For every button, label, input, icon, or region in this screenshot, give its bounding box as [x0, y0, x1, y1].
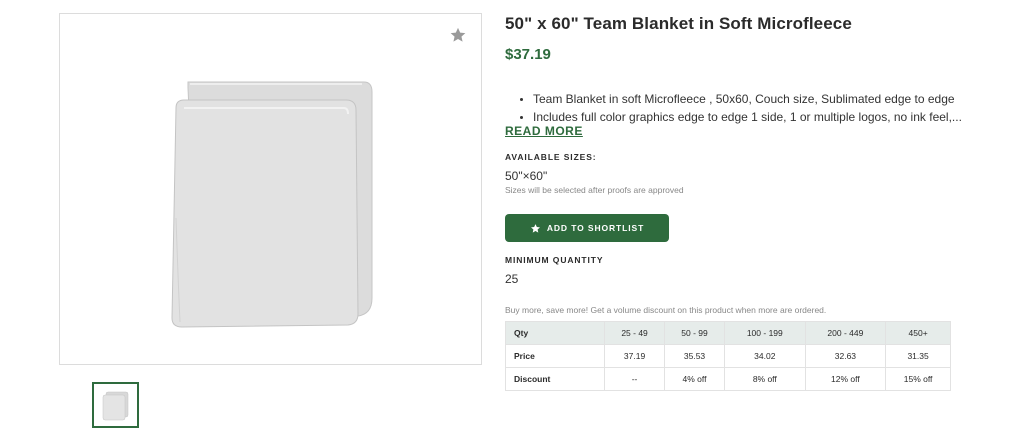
available-size-value: 50"×60" — [505, 169, 548, 183]
table-cell: -- — [604, 367, 666, 391]
table-cell: Price — [504, 344, 606, 368]
column-header: 25 - 49 — [604, 321, 666, 345]
thumbnail-image[interactable] — [92, 382, 139, 428]
star-icon — [530, 223, 540, 233]
blanket-product-image — [171, 81, 373, 328]
table-row: Price 37.19 35.53 34.02 32.63 31.35 — [504, 344, 951, 368]
column-header: 50 - 99 — [664, 321, 725, 345]
sizes-note: Sizes will be selected after proofs are … — [505, 185, 684, 195]
table-cell: 37.19 — [604, 344, 666, 368]
table-header-row: Qty 25 - 49 50 - 99 100 - 199 200 - 449 … — [504, 321, 951, 345]
product-title: 50" x 60" Team Blanket in Soft Microflee… — [505, 14, 852, 33]
available-sizes-label: AVAILABLE SIZES: — [505, 152, 597, 162]
add-to-shortlist-label: ADD TO SHORTLIST — [546, 223, 645, 233]
read-more-link[interactable]: READ MORE — [505, 124, 583, 138]
table-cell: 8% off — [724, 367, 806, 391]
table-cell: 34.02 — [724, 344, 806, 368]
table-cell: 32.63 — [804, 344, 887, 368]
volume-discount-note: Buy more, save more! Get a volume discou… — [505, 305, 827, 315]
column-header: 450+ — [885, 321, 951, 345]
column-header: Qty — [504, 321, 606, 345]
favorite-star-icon[interactable] — [449, 26, 467, 44]
table-cell: 4% off — [664, 367, 725, 391]
volume-pricing-table: Qty 25 - 49 50 - 99 100 - 199 200 - 449 … — [504, 321, 951, 391]
minimum-quantity-value: 25 — [505, 272, 519, 286]
column-header: 200 - 449 — [804, 321, 887, 345]
description-bullet: Includes full color graphics edge to edg… — [533, 108, 962, 126]
table-cell: Discount — [504, 367, 606, 391]
table-cell: 15% off — [885, 367, 951, 391]
minimum-quantity-label: MINIMUM QUANTITY — [505, 255, 604, 265]
column-header: 100 - 199 — [724, 321, 806, 345]
product-image-panel — [59, 13, 482, 365]
description-bullet: Team Blanket in soft Microfleece , 50x60… — [533, 90, 962, 108]
add-to-shortlist-button[interactable]: ADD TO SHORTLIST — [505, 214, 669, 242]
product-description-list: Team Blanket in soft Microfleece , 50x60… — [505, 90, 962, 126]
table-cell: 12% off — [804, 367, 887, 391]
product-price: $37.19 — [505, 46, 551, 63]
table-cell: 35.53 — [664, 344, 725, 368]
table-cell: 31.35 — [885, 344, 951, 368]
table-row: Discount -- 4% off 8% off 12% off 15% of… — [504, 367, 951, 391]
